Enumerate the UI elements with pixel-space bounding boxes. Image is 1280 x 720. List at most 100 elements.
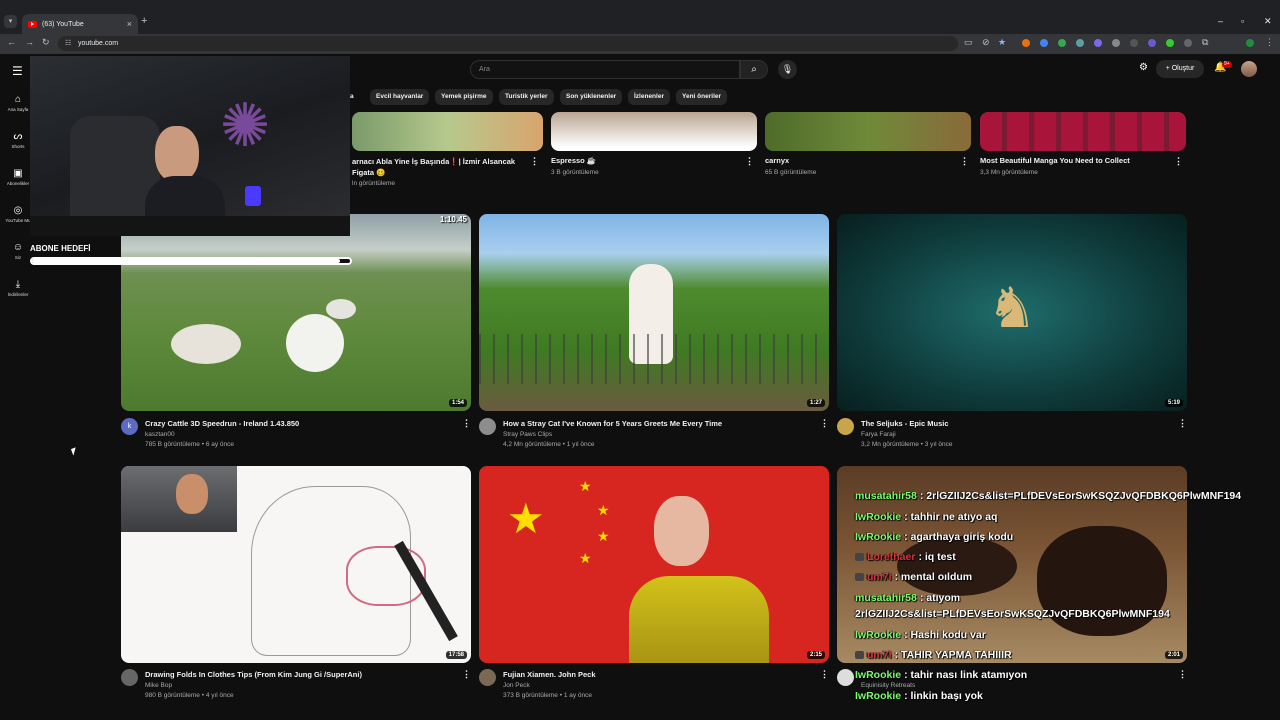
chat-text: : Hashi kodu var (904, 629, 986, 641)
microphone-icon: 🎙 (781, 64, 794, 74)
tab-close-icon[interactable]: × (127, 19, 132, 29)
menu-hamburger-icon[interactable]: ☰ (12, 64, 23, 78)
extension-icon[interactable] (1094, 39, 1102, 47)
video-title[interactable]: Most Beautiful Manga You Need to Collect (980, 156, 1130, 165)
subscriber-goal-fill (32, 259, 341, 263)
channel-name[interactable]: Equinisity Retreats (861, 682, 915, 689)
channel-avatar[interactable] (837, 418, 854, 435)
channel-name[interactable]: Jon Peck (503, 682, 530, 689)
account-avatar[interactable] (1241, 61, 1257, 77)
search-input[interactable]: Ara (470, 60, 740, 79)
more-options-icon[interactable]: ⋮ (745, 156, 754, 167)
profile-icon[interactable] (1246, 39, 1254, 47)
video-thumbnail[interactable]: ★ ★ ★ ★ ★ 2:15 (479, 466, 829, 663)
more-options-icon[interactable]: ⋮ (1178, 418, 1187, 429)
extension-icon[interactable] (1184, 39, 1192, 47)
more-options-icon[interactable]: ⋮ (820, 669, 829, 680)
more-options-icon[interactable]: ⋮ (1174, 156, 1183, 167)
video-title[interactable]: Crazy Cattle 3D Speedrun - Ireland 1.43.… (145, 419, 299, 428)
chat-message: musatahir58: atıyom (855, 592, 960, 604)
video-duration: 1:27 (806, 399, 825, 407)
voice-search-button[interactable]: 🎙 (778, 60, 797, 79)
cast-icon[interactable]: ▭ (964, 37, 973, 48)
chip[interactable]: Turistik yerler (499, 89, 554, 105)
extension-icon[interactable] (1130, 39, 1138, 47)
video-title[interactable]: Fujian Xiamen. John Peck (503, 670, 596, 679)
more-options-icon[interactable]: ⋮ (462, 669, 471, 680)
more-options-icon[interactable]: ⋮ (530, 156, 539, 167)
new-tab-button[interactable]: + (141, 15, 147, 27)
video-thumbnail[interactable]: 1:27 (479, 214, 829, 411)
address-bar[interactable]: ☷ youtube.com (58, 36, 958, 51)
forward-arrow-icon[interactable]: → (25, 37, 34, 47)
webcam-bottom-strip (30, 216, 350, 236)
video-thumbnail[interactable] (551, 112, 757, 151)
video-title[interactable]: Drawing Folds In Clothes Tips (From Kim … (145, 670, 362, 679)
video-title[interactable]: The Seljuks - Epic Music (861, 419, 949, 428)
chat-message: IwRookie: linkin başı yok (855, 690, 983, 702)
more-options-icon[interactable]: ⋮ (1178, 669, 1187, 680)
back-arrow-icon[interactable]: ← (7, 37, 16, 47)
video-thumbnail[interactable]: 1:10.45 1:54 (121, 214, 471, 411)
more-options-icon[interactable]: ⋮ (820, 418, 829, 429)
chip[interactable]: Yeni öneriler (676, 89, 728, 105)
create-button[interactable]: + Oluştur (1156, 60, 1204, 78)
extension-icon[interactable] (1058, 39, 1066, 47)
window-close-button[interactable]: ✕ (1264, 16, 1272, 27)
channel-avatar[interactable] (121, 669, 138, 686)
sheep-shape (286, 314, 344, 372)
chip[interactable]: Son yüklenenler (560, 89, 623, 105)
extension-icon[interactable] (1148, 39, 1156, 47)
video-title[interactable]: Espresso ☕ (551, 156, 596, 165)
small-star-icon: ★ (579, 478, 592, 494)
extension-icon[interactable] (1112, 39, 1120, 47)
channel-avatar[interactable] (837, 669, 854, 686)
channel-avatar[interactable] (479, 418, 496, 435)
notifications-badge: 9+ (1222, 61, 1232, 68)
download-icon: ⤓ (15, 279, 21, 290)
cast-icon[interactable]: ⚙ (1139, 62, 1148, 73)
bookmark-star-icon[interactable]: ★ (998, 37, 1006, 48)
video-thumbnail[interactable] (765, 112, 971, 151)
reload-icon[interactable]: ↻ (42, 37, 50, 48)
channel-name[interactable]: Farya Faraji (861, 431, 896, 438)
extensions-puzzle-icon[interactable]: ⧉ (1202, 37, 1208, 48)
more-options-icon[interactable]: ⋮ (960, 156, 969, 167)
video-thumbnail[interactable] (980, 112, 1186, 151)
video-meta: 65 B görüntüleme (765, 169, 817, 176)
presenter-inset (121, 466, 237, 532)
extension-icon[interactable] (1076, 39, 1084, 47)
video-title[interactable]: arnacı Abla Yine İş Başında❗| İzmir Alsa… (352, 156, 522, 178)
more-options-icon[interactable]: ⋮ (462, 418, 471, 429)
channel-avatar[interactable] (479, 669, 496, 686)
video-thumbnail[interactable]: ♞ 5:19 (837, 214, 1187, 411)
video-title[interactable]: How a Stray Cat I've Known for 5 Years G… (503, 419, 722, 428)
tab-search-button[interactable]: ▾ (4, 15, 17, 28)
hide-icon[interactable]: ⊘ (982, 37, 990, 48)
video-thumbnail[interactable]: 17:58 (121, 466, 471, 663)
video-thumbnail[interactable] (352, 112, 543, 151)
extension-icon[interactable] (1040, 39, 1048, 47)
browser-menu-icon[interactable]: ⋮ (1265, 37, 1274, 48)
window-minimize-button[interactable]: – (1218, 16, 1223, 26)
chip[interactable]: İzlenenler (628, 89, 670, 105)
chip[interactable]: Yemek pişirme (435, 89, 493, 105)
channel-name[interactable]: Stray Paws Clips (503, 431, 552, 438)
window-maximize-button[interactable]: ▫ (1241, 16, 1244, 26)
chat-text: : iq test (918, 551, 956, 563)
tab-title: (63) YouTube (42, 20, 84, 28)
channel-avatar[interactable]: k (121, 418, 138, 435)
channel-name[interactable]: kasztan00 (145, 431, 175, 438)
chat-username: IwRookie (855, 669, 902, 681)
site-info-icon[interactable]: ☷ (65, 36, 71, 51)
extension-icon[interactable] (1166, 39, 1174, 47)
video-title[interactable]: carnyx (765, 156, 789, 165)
rail-item-downloads[interactable]: ⤓ İndirilenler (2, 279, 34, 297)
extension-icon[interactable] (1022, 39, 1030, 47)
channel-name[interactable]: Mike Bop (145, 682, 172, 689)
sheep-shape (326, 299, 356, 319)
browser-tab-youtube[interactable]: (63) YouTube × (22, 14, 138, 34)
chip[interactable]: Evcil hayvanlar (370, 89, 430, 105)
small-star-icon: ★ (579, 550, 592, 566)
search-button[interactable]: ⌕ (740, 60, 768, 79)
